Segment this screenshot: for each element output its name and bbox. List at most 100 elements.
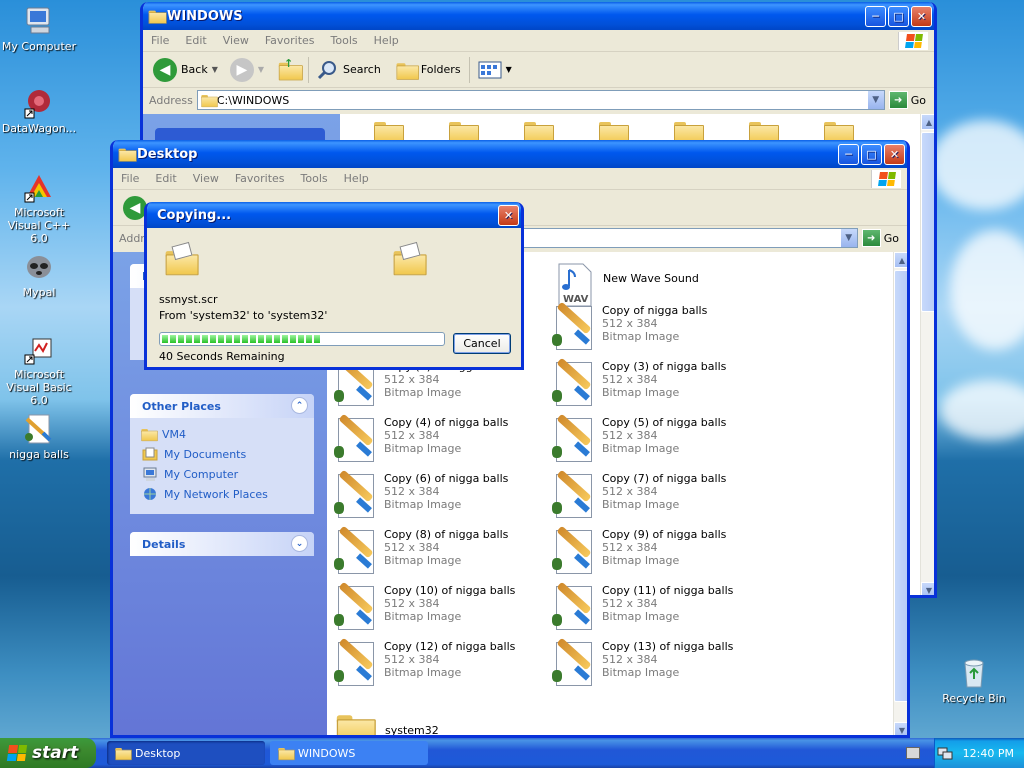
views-button[interactable]: ▼ xyxy=(474,60,516,80)
place-link-my-computer[interactable]: My Computer xyxy=(130,464,314,484)
menu-help[interactable]: Help xyxy=(366,34,407,47)
address-value: C:\WINDOWS xyxy=(216,93,290,107)
computer-icon xyxy=(143,467,157,481)
menu-edit[interactable]: Edit xyxy=(177,34,214,47)
menu-file[interactable]: File xyxy=(113,172,147,185)
network-tray-icon[interactable] xyxy=(937,745,953,761)
taskbar-item-desktop[interactable]: Desktop xyxy=(107,741,265,765)
file-item-bitmap[interactable]: Copy (4) of nigga balls 512 x 384 Bitmap I… xyxy=(332,413,542,464)
folder-icon[interactable] xyxy=(374,120,404,144)
menu-edit[interactable]: Edit xyxy=(147,172,184,185)
close-button[interactable]: ✕ xyxy=(911,5,932,27)
visual-basic-icon xyxy=(22,332,56,366)
maximize-button[interactable]: □ xyxy=(888,5,909,27)
desktop-icon-datawagon[interactable]: DataWagon... xyxy=(0,86,78,135)
file-item-bitmap[interactable]: Copy (9) of nigga balls 512 x 384 Bitmap I… xyxy=(550,525,760,576)
scroll-down-button[interactable]: ▼ xyxy=(894,722,907,735)
file-item-system32[interactable]: system32 xyxy=(335,710,545,735)
go-button[interactable]: ➜ Go xyxy=(861,229,907,247)
bitmap-icon xyxy=(550,525,596,576)
desktop-icon-my-computer[interactable]: My Computer xyxy=(0,4,78,53)
scroll-up-button[interactable]: ▲ xyxy=(894,252,907,268)
file-item-bitmap[interactable]: Copy (5) of nigga balls 512 x 384 Bitmap I… xyxy=(550,413,760,464)
menu-help[interactable]: Help xyxy=(336,172,377,185)
place-link-my-network-places[interactable]: My Network Places xyxy=(130,484,314,504)
folder-icon[interactable] xyxy=(824,120,854,144)
desktop-icon-label: nigga balls xyxy=(9,448,69,461)
file-item-bitmap[interactable]: Copy (3) of nigga balls 512 x 384 Bitmap I… xyxy=(550,357,760,408)
desktop-icon-visual-cpp[interactable]: Microsoft Visual C++ 6.0 xyxy=(0,170,78,245)
file-dimensions: 512 x 384 xyxy=(602,597,658,610)
file-item-bitmap[interactable]: Copy of nigga balls 512 x 384 Bitmap Image xyxy=(550,301,760,352)
folders-button[interactable]: Folders xyxy=(389,59,465,81)
desktop-icon-label: Mypal xyxy=(22,286,56,299)
menu-favorites[interactable]: Favorites xyxy=(227,172,293,185)
folder-icon[interactable] xyxy=(599,120,629,144)
folder-icon xyxy=(336,713,376,735)
keyboard-tray-icon[interactable] xyxy=(906,747,920,759)
go-button[interactable]: ➜ Go xyxy=(888,91,934,109)
computer-icon xyxy=(22,4,56,38)
desktop-icon-recycle-bin[interactable]: Recycle Bin xyxy=(935,656,1013,705)
folder-icon[interactable] xyxy=(749,120,779,144)
search-button[interactable]: Search xyxy=(313,59,385,81)
address-dropdown-button[interactable]: ▼ xyxy=(866,91,884,109)
scroll-thumb[interactable] xyxy=(921,132,934,312)
close-button[interactable]: ✕ xyxy=(498,204,519,226)
folder-icon[interactable] xyxy=(524,120,554,144)
file-type: Bitmap Image xyxy=(384,610,462,623)
file-type: Bitmap Image xyxy=(602,666,680,679)
folder-icon[interactable] xyxy=(449,120,479,144)
details-header[interactable]: Details ⌄ xyxy=(130,532,314,556)
title-bar[interactable]: WINDOWS ─ □ ✕ xyxy=(143,2,934,30)
desktop-icon-nigga-balls[interactable]: nigga balls xyxy=(0,412,78,461)
desktop-icon-visual-basic[interactable]: Microsoft Visual Basic 6.0 xyxy=(0,332,78,407)
windows-logo-icon xyxy=(871,170,901,188)
expand-chevron-icon[interactable]: ⌄ xyxy=(291,535,308,552)
vertical-scrollbar[interactable]: ▲ ▼ xyxy=(920,114,934,595)
minimize-button[interactable]: ─ xyxy=(838,143,859,165)
file-item-bitmap[interactable]: Copy (10) of nigga balls 512 x 384 Bitmap … xyxy=(332,581,542,632)
copy-progress-bar xyxy=(159,332,445,346)
close-button[interactable]: ✕ xyxy=(884,143,905,165)
scroll-up-button[interactable]: ▲ xyxy=(921,114,934,130)
forward-button[interactable]: ▶ ▼ xyxy=(226,57,268,82)
dropdown-arrow-icon: ▼ xyxy=(257,65,265,74)
menu-favorites[interactable]: Favorites xyxy=(257,34,323,47)
address-dropdown-button[interactable]: ▼ xyxy=(839,229,857,247)
up-button[interactable]: ↑ xyxy=(272,57,304,81)
progress-block xyxy=(298,335,304,343)
go-arrow-icon: ➜ xyxy=(888,91,908,109)
back-button[interactable]: ◀ Back ▼ xyxy=(149,57,222,82)
folder-icon[interactable] xyxy=(674,120,704,144)
minimize-button[interactable]: ─ xyxy=(865,5,886,27)
desktop-icon-mypal[interactable]: Mypal xyxy=(0,250,78,299)
vertical-scrollbar[interactable]: ▲ ▼ xyxy=(893,252,907,735)
file-item-bitmap[interactable]: Copy (6) of nigga balls 512 x 384 Bitmap I… xyxy=(332,469,542,520)
taskbar-item-windows[interactable]: WINDOWS xyxy=(270,741,428,765)
menu-view[interactable]: View xyxy=(215,34,257,47)
file-item-bitmap[interactable]: Copy (11) of nigga balls 512 x 384 Bitmap … xyxy=(550,581,760,632)
other-places-header[interactable]: Other Places ⌃ xyxy=(130,394,314,418)
place-link-my-documents[interactable]: My Documents xyxy=(130,444,314,464)
menu-tools[interactable]: Tools xyxy=(293,172,336,185)
scroll-thumb[interactable] xyxy=(894,270,907,702)
title-bar[interactable]: Desktop ─ □ ✕ xyxy=(113,140,907,168)
address-input[interactable]: C:\WINDOWS ▼ xyxy=(196,90,885,110)
progress-block xyxy=(250,335,256,343)
menu-tools[interactable]: Tools xyxy=(323,34,366,47)
file-item-bitmap[interactable]: Copy (8) of nigga balls 512 x 384 Bitmap I… xyxy=(332,525,542,576)
menu-view[interactable]: View xyxy=(185,172,227,185)
scroll-down-button[interactable]: ▼ xyxy=(921,582,934,595)
menu-bar: File Edit View Favorites Tools Help xyxy=(143,30,934,52)
file-item-bitmap[interactable]: Copy (7) of nigga balls 512 x 384 Bitmap I… xyxy=(550,469,760,520)
file-item-bitmap[interactable]: Copy (12) of nigga balls 512 x 384 Bitmap … xyxy=(332,637,542,688)
file-item-bitmap[interactable]: Copy (13) of nigga balls 512 x 384 Bitmap … xyxy=(550,637,760,688)
place-link-vm4[interactable]: VM4 xyxy=(130,424,314,444)
menu-file[interactable]: File xyxy=(143,34,177,47)
maximize-button[interactable]: □ xyxy=(861,143,882,165)
dialog-title-bar[interactable]: Copying... ✕ xyxy=(147,202,521,228)
start-button[interactable]: start xyxy=(0,738,96,768)
cancel-button[interactable]: Cancel xyxy=(453,333,511,354)
collapse-chevron-icon[interactable]: ⌃ xyxy=(291,397,308,414)
